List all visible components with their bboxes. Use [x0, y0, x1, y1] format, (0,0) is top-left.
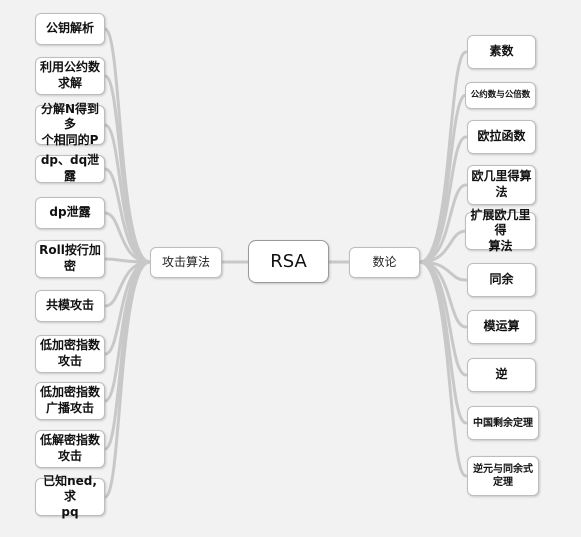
root-node-rsa[interactable]: RSA [248, 240, 329, 283]
leaf-node[interactable]: 模运算 [467, 310, 536, 344]
leaf-node[interactable]: 低解密指数 攻击 [35, 430, 105, 468]
leaf-node[interactable]: 逆元与同余式 定理 [467, 456, 539, 496]
leaf-node[interactable]: 素数 [467, 35, 536, 69]
leaf-node[interactable]: 已知ned,求 pq [35, 474, 105, 519]
leaf-node[interactable]: 公约数与公倍数 [465, 82, 536, 109]
branch-node-number-theory[interactable]: 数论 [349, 247, 420, 278]
leaf-node[interactable]: 中国剩余定理 [467, 406, 539, 440]
leaf-node[interactable]: dp泄露 [35, 197, 105, 229]
leaf-node[interactable]: 低加密指数 广播攻击 [35, 382, 105, 420]
leaf-node[interactable]: 扩展欧几里得 算法 [465, 208, 536, 253]
leaf-node[interactable]: 共模攻击 [35, 290, 105, 322]
connector-right-leaf [418, 260, 468, 425]
branch-node-attack-algorithms[interactable]: 攻击算法 [150, 247, 222, 278]
leaf-node[interactable]: 利用公约数 求解 [35, 57, 105, 95]
leaf-node[interactable]: dp、dq泄露 [35, 153, 105, 183]
leaf-node[interactable]: Roll按行加 密 [35, 240, 105, 278]
leaf-node[interactable]: 欧几里得算 法 [467, 165, 536, 205]
leaf-node[interactable]: 分解N得到多 个相同的P [35, 102, 105, 147]
leaf-node[interactable]: 逆 [467, 358, 536, 392]
leaf-node[interactable]: 公钥解析 [35, 13, 105, 45]
leaf-node[interactable]: 低加密指数 攻击 [35, 335, 105, 373]
leaf-node[interactable]: 同余 [467, 263, 536, 297]
leaf-node[interactable]: 欧拉函数 [467, 120, 536, 154]
